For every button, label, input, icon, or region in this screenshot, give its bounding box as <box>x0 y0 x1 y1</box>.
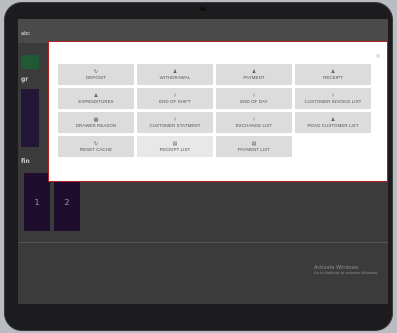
payment-label: PAYMENT <box>243 74 265 80</box>
payment-list-button[interactable]: ▤ PAYMENT LIST <box>216 136 292 157</box>
deposit-label: DEPOSIT <box>86 74 106 80</box>
app-screen: abc gr fin 1 2 Activate Windows Go to Se… <box>18 19 388 304</box>
app-header: abc <box>18 19 388 43</box>
customer-statement-label: CUSTOMER STATMENT <box>149 122 201 128</box>
number-tile-1[interactable]: 1 <box>24 173 50 231</box>
background-green-button[interactable] <box>21 55 39 69</box>
withdrawal-button[interactable]: ♟ WITHDRAWAL <box>137 64 213 85</box>
drawer-reason-button[interactable]: ▦ DRAWER REASON <box>58 112 134 133</box>
close-icon[interactable]: × <box>375 53 381 60</box>
expenditures-label: EXPENDITURES <box>78 98 114 104</box>
exchange-list-button[interactable]: ⵑ EXCHANGE LIST <box>216 112 292 133</box>
customer-statement-button[interactable]: ⵑ CUSTOMER STATMENT <box>137 112 213 133</box>
app-header-title: abc <box>21 31 30 37</box>
section-label-primary: gr <box>21 76 29 83</box>
end-of-day-label: END OF DAY <box>240 98 268 104</box>
exchange-list-label: EXCHANGE LIST <box>235 122 273 128</box>
road-customer-list-button[interactable]: ♟ ROAD CUSTOMER LIST <box>295 112 371 133</box>
payment-button[interactable]: ♟ PAYMENT <box>216 64 292 85</box>
receipt-label: RECEIPT <box>323 74 343 80</box>
road-customer-list-label: ROAD CUSTOMER LIST <box>307 122 359 128</box>
section-label-secondary: fin <box>21 158 30 165</box>
end-of-day-button[interactable]: ⵑ END OF DAY <box>216 88 292 109</box>
receipt-button[interactable]: ♟ RECEIPT <box>295 64 371 85</box>
actions-modal: × ↻ DEPOSIT ♟ WITHDRAWAL ♟ PAYMENT ♟ REC… <box>48 41 388 182</box>
end-of-shift-button[interactable]: ⵑ END OF SHIFT <box>137 88 213 109</box>
action-button-grid: ↻ DEPOSIT ♟ WITHDRAWAL ♟ PAYMENT ♟ RECEI… <box>58 64 379 157</box>
divider <box>18 242 388 243</box>
background-panel <box>21 89 39 147</box>
end-of-shift-label: END OF SHIFT <box>159 98 191 104</box>
tablet-frame: abc gr fin 1 2 Activate Windows Go to Se… <box>4 2 393 331</box>
receipt-list-label: RECEIPT LIST <box>159 146 191 152</box>
drawer-reason-label: DRAWER REASON <box>75 122 117 128</box>
reset-cache-button[interactable]: ↻ RESET CACHE <box>58 136 134 157</box>
customer-invoice-list-label: CUSTOMER INVOICE LIST <box>304 98 362 104</box>
activate-windows-watermark: Activate Windows Go to Settings to activ… <box>314 265 378 275</box>
deposit-button[interactable]: ↻ DEPOSIT <box>58 64 134 85</box>
camera-dot <box>200 7 206 11</box>
customer-invoice-list-button[interactable]: ⵑ CUSTOMER INVOICE LIST <box>295 88 371 109</box>
expenditures-button[interactable]: ♟ EXPENDITURES <box>58 88 134 109</box>
receipt-list-button[interactable]: ▤ RECEIPT LIST <box>137 136 213 157</box>
reset-cache-label: RESET CACHE <box>79 146 113 152</box>
withdrawal-label: WITHDRAWAL <box>159 74 191 80</box>
payment-list-label: PAYMENT LIST <box>237 146 271 152</box>
watermark-subtitle: Go to Settings to activate Windows. <box>314 271 379 275</box>
